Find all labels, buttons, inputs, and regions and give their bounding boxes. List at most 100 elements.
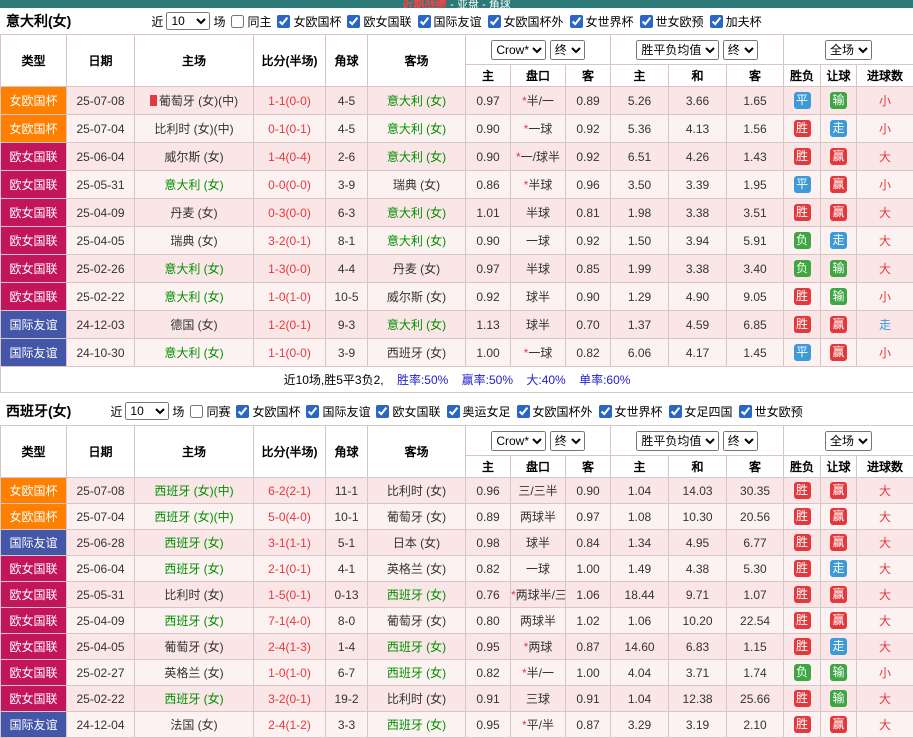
avg-home: 3.50	[611, 171, 669, 199]
match-score: 5-0(4-0)	[254, 504, 326, 530]
handicap-result-cell: 赢	[821, 608, 857, 634]
col-away: 客场	[368, 426, 466, 478]
avg-away: 5.91	[727, 227, 784, 255]
league-filter-1-checkbox[interactable]	[347, 15, 360, 28]
avg-draw: 4.90	[669, 283, 727, 311]
handicap-line: 一球	[511, 556, 566, 582]
avg-odds-select[interactable]: 胜平负均值	[636, 40, 719, 60]
avg-group-header: 胜平负均值 终	[611, 35, 784, 65]
avg-home: 1.37	[611, 311, 669, 339]
col-handicap: 盘口	[511, 65, 566, 87]
avg-home: 1.04	[611, 478, 669, 504]
top-nav-active-item[interactable]: 近期战绩	[402, 0, 446, 8]
match-score: 2-1(0-1)	[254, 556, 326, 582]
league-filter-6-checkbox[interactable]	[669, 405, 682, 418]
avg-draw: 3.66	[669, 87, 727, 115]
handicap-result-badge: 赢	[830, 508, 847, 525]
handicap-result-cell: 赢	[821, 504, 857, 530]
col-avg-away: 客	[727, 65, 784, 87]
match-date: 25-04-05	[67, 227, 135, 255]
odds-time-select[interactable]: 终	[550, 40, 585, 60]
league-filter-2-checkbox[interactable]	[418, 15, 431, 28]
odds-time-select[interactable]: 终	[550, 431, 585, 451]
league-filter-7-checkbox[interactable]	[739, 405, 752, 418]
avg-odds-select[interactable]: 胜平负均值	[636, 431, 719, 451]
win-draw-loss-badge: 胜	[794, 534, 811, 551]
goals-result: 大	[857, 504, 913, 530]
bookmaker-select[interactable]: Crow*	[491, 40, 546, 60]
match-scope-select[interactable]: 全场	[825, 431, 872, 451]
avg-time-select[interactable]: 终	[723, 431, 758, 451]
goals-result: 大	[857, 478, 913, 504]
avg-home: 5.26	[611, 87, 669, 115]
bookmaker-select[interactable]: Crow*	[491, 431, 546, 451]
league-filter-4: 女欧国杯外	[517, 403, 594, 420]
league-filter-0-checkbox[interactable]	[277, 15, 290, 28]
league-filter-3-checkbox[interactable]	[488, 15, 501, 28]
league-filter-6: 女足四国	[669, 403, 734, 420]
odds-away: 0.82	[566, 339, 611, 367]
win-draw-loss-cell: 胜	[784, 143, 821, 171]
home-team: 威尔斯 (女)	[135, 143, 254, 171]
handicap-result-badge: 输	[830, 690, 847, 707]
recent-count-select[interactable]: 10	[166, 12, 210, 30]
match-row: 欧女国联25-05-31意大利 (女)0-0(0-0)3-9瑞典 (女)0.86…	[1, 171, 913, 199]
win-draw-loss-badge: 胜	[794, 316, 811, 333]
team-title-spain: 西班牙(女)	[6, 401, 71, 421]
league-filter-2: 欧女国联	[376, 403, 441, 420]
avg-time-select[interactable]: 终	[723, 40, 758, 60]
match-score: 2-4(1-3)	[254, 634, 326, 660]
handicap-result-cell: 走	[821, 227, 857, 255]
match-row: 女欧国杯25-07-08西班牙 (女)(中)6-2(2-1)11-1比利时 (女…	[1, 478, 913, 504]
league-filter-5: 世女欧预	[640, 13, 705, 30]
win-draw-loss-cell: 胜	[784, 634, 821, 660]
corner-score: 10-1	[326, 504, 368, 530]
odds-away: 1.02	[566, 608, 611, 634]
match-row: 欧女国联25-06-04威尔斯 (女)1-4(0-4)2-6意大利 (女)0.9…	[1, 143, 913, 171]
win-draw-loss-badge: 负	[794, 260, 811, 277]
league-filter-4-checkbox[interactable]	[570, 15, 583, 28]
match-date: 25-06-04	[67, 143, 135, 171]
league-filter-5-checkbox[interactable]	[599, 405, 612, 418]
league-type-badge: 国际友谊	[1, 311, 67, 339]
goals-result: 大	[857, 582, 913, 608]
away-team: 威尔斯 (女)	[368, 283, 466, 311]
match-date: 25-02-26	[67, 255, 135, 283]
handicap-line: *两球半/三	[511, 582, 566, 608]
match-date: 25-02-27	[67, 660, 135, 686]
corner-score: 3-9	[326, 339, 368, 367]
col-avg-draw: 和	[669, 456, 727, 478]
handicap-result-badge: 赢	[830, 344, 847, 361]
league-filter-3-checkbox[interactable]	[447, 405, 460, 418]
league-filter-6-checkbox[interactable]	[710, 15, 723, 28]
league-filter-0-checkbox[interactable]	[236, 405, 249, 418]
league-filter-7-label: 世女欧预	[755, 403, 803, 420]
league-filter-5-checkbox[interactable]	[640, 15, 653, 28]
odds-home: 0.82	[466, 556, 511, 582]
league-filter-1-checkbox[interactable]	[306, 405, 319, 418]
match-score: 1-1(0-0)	[254, 87, 326, 115]
handicap-line: *两球	[511, 634, 566, 660]
win-draw-loss-badge: 负	[794, 232, 811, 249]
recent-count-select[interactable]: 10	[125, 402, 169, 420]
league-filter-1-label: 国际友谊	[322, 403, 370, 420]
match-score: 1-5(0-1)	[254, 582, 326, 608]
col-goals: 进球数	[857, 65, 913, 87]
avg-home: 1.49	[611, 556, 669, 582]
odds-away: 1.00	[566, 660, 611, 686]
league-type-badge: 欧女国联	[1, 143, 67, 171]
league-filter-2-checkbox[interactable]	[376, 405, 389, 418]
same-filter-checkbox[interactable]	[231, 15, 244, 28]
avg-draw: 10.20	[669, 608, 727, 634]
same-filter-checkbox[interactable]	[190, 405, 203, 418]
win-draw-loss-cell: 胜	[784, 283, 821, 311]
handicap-result-cell: 赢	[821, 143, 857, 171]
match-date: 25-02-22	[67, 686, 135, 712]
col-date: 日期	[67, 35, 135, 87]
corner-score: 4-4	[326, 255, 368, 283]
league-filter-4-checkbox[interactable]	[517, 405, 530, 418]
match-scope-select[interactable]: 全场	[825, 40, 872, 60]
odds-home: 0.86	[466, 171, 511, 199]
league-filter-3: 女欧国杯外	[488, 13, 565, 30]
league-type-badge: 欧女国联	[1, 660, 67, 686]
